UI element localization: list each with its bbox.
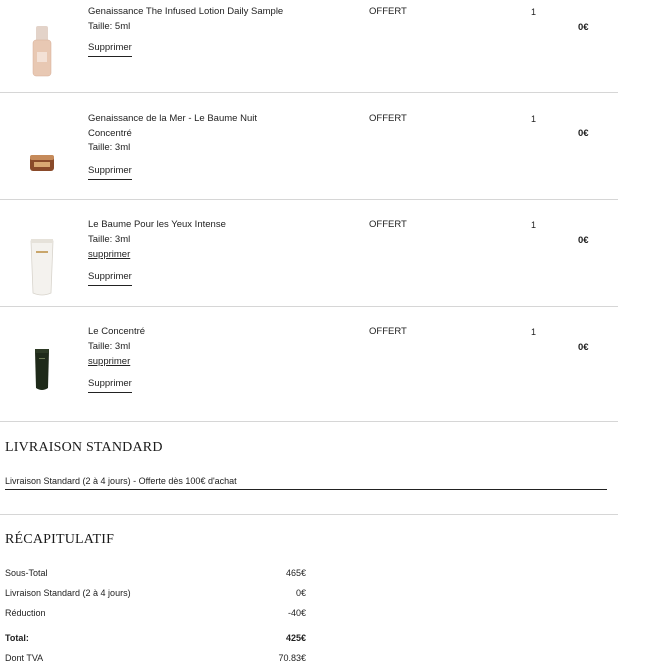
inline-remove-link[interactable]: supprimer: [88, 355, 130, 369]
line-total: 0€: [578, 22, 589, 33]
shipping-cost-value: 0€: [295, 588, 306, 598]
price-label: OFFERT: [369, 219, 407, 230]
shipping-title: LIVRAISON STANDARD: [5, 440, 163, 455]
vat-label: Dont TVA: [5, 653, 44, 663]
concentre-tube-icon: [35, 349, 49, 390]
divider: [0, 92, 618, 93]
product-name: Genaissance de la Mer - Le Baume Nuit: [88, 113, 257, 124]
product-size: Taille: 3ml: [88, 142, 131, 153]
vat-value: 70.83€: [278, 653, 306, 663]
lotion-bottle-icon: [32, 26, 52, 77]
product-image[interactable]: [18, 24, 66, 80]
quantity[interactable]: 1: [531, 220, 536, 230]
subtotal-label: Sous-Total: [5, 568, 48, 578]
product-size: Taille: 3ml: [88, 234, 131, 245]
total-value: 425€: [285, 633, 306, 643]
product-image[interactable]: [18, 346, 66, 396]
remove-button[interactable]: Supprimer: [88, 41, 132, 57]
price-label: OFFERT: [369, 6, 407, 17]
shipping-cost-label: Livraison Standard (2 à 4 jours): [5, 588, 131, 598]
product-size: Taille: 5ml: [88, 21, 131, 32]
price-label: OFFERT: [369, 113, 407, 124]
eye-balm-tube-icon: [30, 239, 54, 296]
line-total: 0€: [578, 128, 589, 139]
line-total: 0€: [578, 342, 589, 353]
total-label: Total:: [5, 633, 29, 643]
quantity[interactable]: 1: [531, 114, 536, 124]
product-image[interactable]: [18, 148, 66, 178]
price-label: OFFERT: [369, 326, 407, 337]
remove-button[interactable]: Supprimer: [88, 164, 132, 180]
discount-label: Réduction: [5, 608, 46, 618]
quantity[interactable]: 1: [531, 7, 536, 17]
product-size: Taille: 3ml: [88, 341, 131, 352]
divider: [0, 514, 618, 515]
discount-value: -40€: [287, 608, 306, 618]
divider: [0, 306, 618, 307]
product-image[interactable]: [18, 236, 66, 300]
summary-title: RÉCAPITULATIF: [5, 532, 115, 547]
remove-button[interactable]: Supprimer: [88, 377, 132, 393]
quantity[interactable]: 1: [531, 327, 536, 337]
shipping-option[interactable]: Livraison Standard (2 à 4 jours) - Offer…: [5, 476, 607, 490]
inline-remove-link[interactable]: supprimer: [88, 248, 130, 262]
divider: [0, 199, 618, 200]
remove-button[interactable]: Supprimer: [88, 270, 132, 286]
subtotal-value: 465€: [285, 568, 306, 578]
line-total: 0€: [578, 235, 589, 246]
product-name-line2: Concentré: [88, 128, 132, 139]
cream-jar-icon: [30, 155, 54, 171]
product-name: Le Baume Pour les Yeux Intense: [88, 219, 226, 230]
product-name: Genaissance The Infused Lotion Daily Sam…: [88, 6, 284, 17]
product-name: Le Concentré: [88, 326, 146, 337]
divider: [0, 421, 618, 422]
